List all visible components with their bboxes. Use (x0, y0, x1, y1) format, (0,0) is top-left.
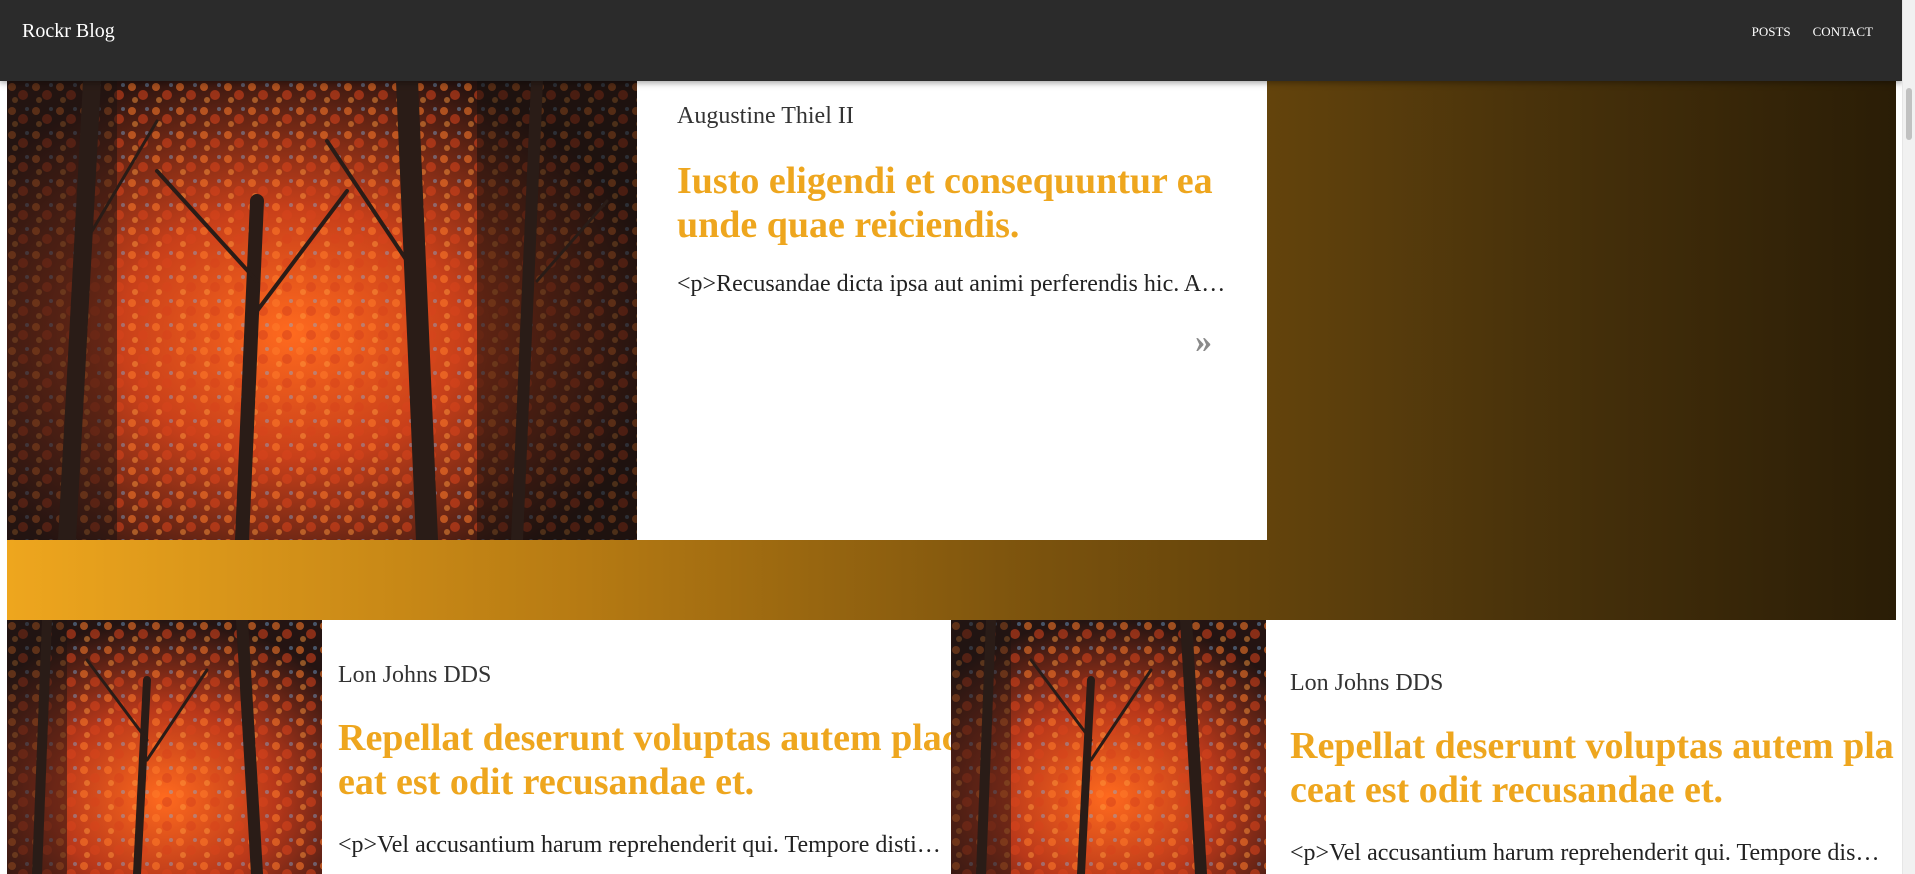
post-image[interactable] (951, 620, 1266, 874)
featured-post-author: Augustine Thiel II (677, 103, 854, 129)
post-excerpt: <p>Vel accusantium harum reprehenderit q… (338, 832, 948, 858)
featured-post-card: Augustine Thiel II Iusto eligendi et con… (637, 81, 1267, 540)
nav-link-posts[interactable]: POSTS (1752, 24, 1791, 40)
post-title-line[interactable]: ceat est odit recusandae et. (1290, 768, 1890, 812)
top-navbar: Rockr Blog POSTS CONTACT (0, 0, 1903, 81)
nav-link-contact[interactable]: CONTACT (1813, 24, 1873, 40)
post-title-line[interactable]: Repellat deserunt voluptas autem pla (1290, 724, 1894, 768)
post-image[interactable] (7, 620, 322, 874)
scrollbar-thumb[interactable] (1906, 88, 1912, 140)
post-card: Lon Johns DDS Repellat deserunt voluptas… (1266, 620, 1896, 874)
post-author: Lon Johns DDS (338, 662, 492, 688)
post-card: Lon Johns DDS Repellat deserunt voluptas… (322, 620, 959, 874)
nav-links: POSTS CONTACT (1752, 24, 1873, 40)
post-title-line[interactable]: eat est odit recusandae et. (338, 760, 948, 804)
brand-logo-link[interactable]: Rockr Blog (22, 20, 115, 43)
featured-post-excerpt: <p>Recusandae dicta ipsa aut animi perfe… (677, 271, 1227, 297)
page: Augustine Thiel II Iusto eligendi et con… (0, 0, 1915, 874)
featured-post-title[interactable]: Iusto eligendi et consequuntur ea unde q… (677, 159, 1222, 247)
post-excerpt: <p>Vel accusantium harum reprehenderit q… (1290, 840, 1880, 866)
post-author: Lon Johns DDS (1290, 670, 1444, 696)
post-title-line[interactable]: Repellat deserunt voluptas autem plac (338, 716, 959, 760)
featured-post-image[interactable] (7, 81, 637, 540)
read-more-link[interactable]: » (1195, 323, 1212, 361)
page-scrollbar[interactable] (1902, 0, 1915, 874)
